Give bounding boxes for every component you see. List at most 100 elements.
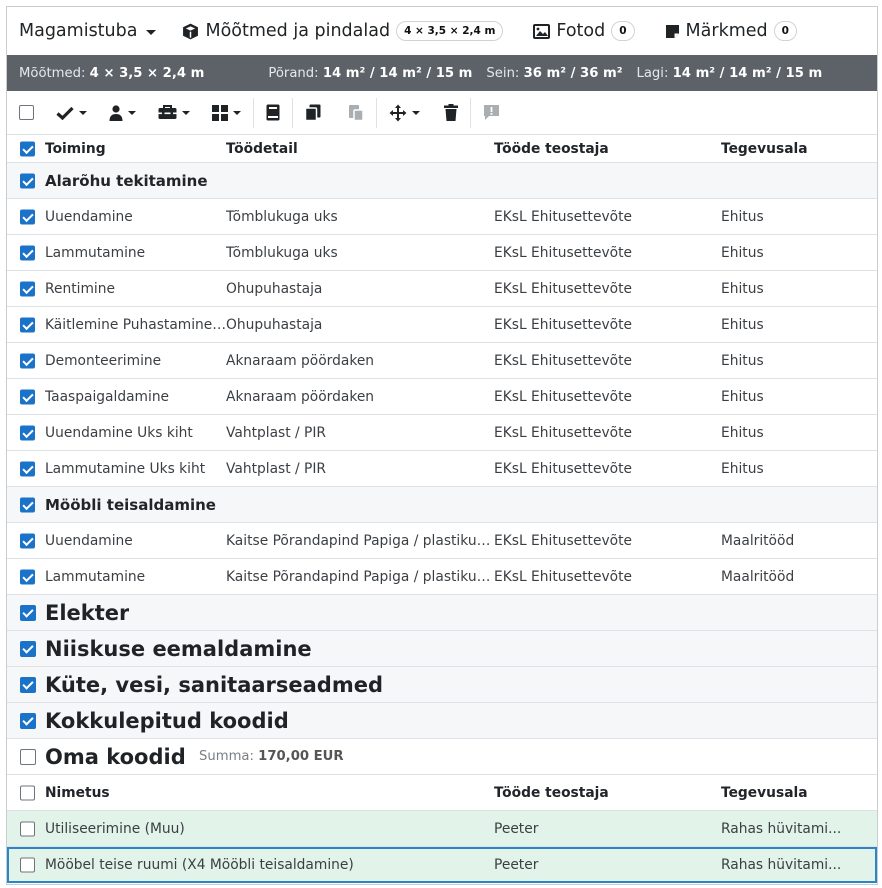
row-checkbox[interactable] (20, 353, 35, 368)
row-checkbox[interactable] (20, 209, 35, 224)
row-area: Ehitus (721, 460, 764, 477)
table-row[interactable]: Uuendamine Kaitse Põrandapind Papiga / pl… (7, 523, 877, 559)
custom-row[interactable]: Utiliseerimine (Muu) Peeter Rahas hüvita… (7, 811, 877, 847)
category-checkbox[interactable] (20, 676, 36, 693)
person-icon (109, 104, 123, 121)
row-checkbox[interactable] (20, 425, 35, 440)
category-row-agreed-codes[interactable]: Kokkulepitud koodid (7, 703, 877, 739)
paste-button[interactable] (348, 104, 364, 121)
row-contractor: EKsL Ehitusettevõte (494, 208, 632, 225)
row-checkbox[interactable] (20, 569, 35, 584)
custom-header-checkbox[interactable] (20, 785, 35, 800)
custom-codes-sum: Summa: 170,00 EUR (199, 749, 344, 764)
category-title: Küte, vesi, sanitaarseadmed (45, 672, 383, 697)
row-contractor: EKsL Ehitusettevõte (494, 460, 632, 477)
col-header-contractor: Tööde teostaja (494, 784, 609, 801)
col-header-contractor: Tööde teostaja (494, 140, 609, 157)
room-panel: Magamistuba Mõõtmed ja pindalad 4 × 3,5 … (6, 6, 878, 885)
table-row[interactable]: Lammutamine Üks kiht Vahtplast / PIR EKsL … (7, 451, 877, 487)
dimensions-tab[interactable]: Mõõtmed ja pindalad 4 × 3,5 × 2,4 m (182, 21, 504, 41)
photos-label: Fotod (556, 21, 606, 41)
category-row-electric[interactable]: Elekter (7, 595, 877, 631)
copy-button[interactable] (305, 104, 321, 121)
copy-icon (305, 104, 321, 121)
row-area: Ehitus (721, 424, 764, 441)
group-2-rows: Uuendamine Kaitse Põrandapind Papiga / pl… (7, 523, 877, 595)
row-checkbox[interactable] (20, 821, 35, 836)
group-checkbox[interactable] (20, 173, 35, 188)
category-checkbox[interactable] (20, 640, 36, 657)
custom-row-name: Mööbel teise ruumi (X4 Mööbli teisaldami… (45, 856, 354, 873)
paste-icon (348, 104, 364, 121)
custom-codes-checkbox[interactable] (20, 748, 36, 765)
person-menu-button[interactable] (109, 104, 136, 121)
toolbox-icon (158, 105, 177, 120)
group-checkbox[interactable] (20, 497, 35, 512)
photos-tab[interactable]: Fotod 0 (533, 21, 635, 41)
row-action: Uuendamine (45, 532, 133, 549)
row-action: Käitlemine Puhastamine j... (45, 316, 227, 333)
category-checkbox[interactable] (20, 712, 36, 729)
custom-row-contractor: Peeter (494, 820, 539, 837)
grid-menu-button[interactable] (212, 104, 241, 121)
row-checkbox[interactable] (20, 281, 35, 296)
row-contractor: EKsL Ehitusettevõte (494, 388, 632, 405)
row-area: Ehitus (721, 388, 764, 405)
custom-row-name: Utiliseerimine (Muu) (45, 820, 185, 837)
row-checkbox[interactable] (20, 245, 35, 260)
table-header: Toiming Töödetail Tööde teostaja Tegevus… (7, 135, 877, 163)
custom-codes-row[interactable]: Oma koodid Summa: 170,00 EUR (7, 739, 877, 775)
row-contractor: EKsL Ehitusettevõte (494, 316, 632, 333)
catalog-button[interactable] (266, 104, 280, 121)
chevron-down-icon (233, 110, 241, 115)
col-header-action: Toiming (45, 140, 106, 157)
sticky-note-icon (665, 24, 680, 39)
category-row-heating[interactable]: Küte, vesi, sanitaarseadmed (7, 667, 877, 703)
category-checkbox[interactable] (20, 604, 36, 621)
group-row[interactable]: Mööbli teisaldamine (7, 487, 877, 523)
room-info-bar: Mõõtmed: 4 × 3,5 × 2,4 m Põrand: 14 m² /… (7, 55, 877, 91)
custom-codes-title: Oma koodid (45, 744, 186, 769)
row-checkbox[interactable] (20, 461, 35, 476)
custom-row-area: Rahas hüvitami... (721, 820, 842, 837)
table-row[interactable]: Uuendamine Tõmblukuga uks EKsL Ehitusettev… (7, 199, 877, 235)
row-area: Maalritööd (721, 568, 795, 585)
category-title: Kokkulepitud koodid (45, 708, 289, 733)
move-menu-button[interactable] (389, 104, 420, 122)
check-menu-button[interactable] (56, 106, 87, 120)
row-contractor: EKsL Ehitusettevõte (494, 352, 632, 369)
row-checkbox[interactable] (20, 317, 35, 332)
header-checkbox[interactable] (20, 141, 35, 156)
col-header-name: Nimetus (45, 784, 110, 801)
toolbox-menu-button[interactable] (158, 105, 190, 120)
category-row-moisture[interactable]: Niiskuse eemaldamine (7, 631, 877, 667)
select-all-checkbox[interactable] (19, 105, 34, 120)
delete-button[interactable] (444, 104, 458, 121)
table-row[interactable]: Lammutamine Kaitse Põrandapind Papiga / p… (7, 559, 877, 595)
check-icon (56, 106, 74, 120)
group-title: Mööbli teisaldamine (45, 495, 216, 514)
image-icon (533, 23, 551, 39)
table-row[interactable]: Uuendamine Üks kiht Vahtplast / PIR EKsL E… (7, 415, 877, 451)
custom-table-header: Nimetus Tööde teostaja Tegevusala (7, 775, 877, 811)
notes-tab[interactable]: Märkmed 0 (665, 21, 797, 41)
table-row[interactable]: Demonteerimine Aknaraam pöördaken EKsL Ehi… (7, 343, 877, 379)
row-detail: Kaitse Põrandapind Papiga / plastikug... (226, 568, 494, 585)
chevron-down-icon (412, 110, 420, 115)
row-checkbox[interactable] (20, 857, 35, 872)
table-row[interactable]: Rentimine Õhupuhastaja EKsL Ehitusettevõte… (7, 271, 877, 307)
row-area: Ehitus (721, 280, 764, 297)
custom-row-contractor: Peeter (494, 856, 539, 873)
room-dropdown[interactable]: Magamistuba (19, 21, 157, 41)
row-action: Demonteerimine (45, 352, 162, 369)
comment-button[interactable] (483, 104, 500, 121)
toolbar-divider (292, 97, 293, 128)
group-row[interactable]: Alarõhu tekitamine (7, 163, 877, 199)
row-checkbox[interactable] (20, 389, 35, 404)
table-row[interactable]: Lammutamine Tõmblukuga uks EKsL Ehitusette… (7, 235, 877, 271)
table-row[interactable]: Käitlemine Puhastamine j... Õhupuhastaja E… (7, 307, 877, 343)
photos-count: 0 (611, 21, 635, 41)
custom-row-selected[interactable]: Mööbel teise ruumi (X4 Mööbli teisaldami… (7, 847, 877, 883)
row-checkbox[interactable] (20, 533, 35, 548)
table-row[interactable]: Taaspaigaldamine Aknaraam pöördaken EKsL E… (7, 379, 877, 415)
